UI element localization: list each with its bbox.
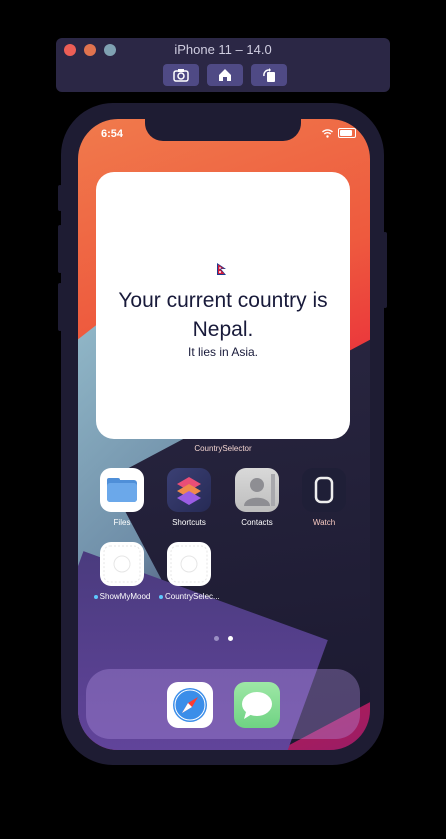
country-widget[interactable]: Your current country is Nepal. It lies i… bbox=[96, 172, 350, 439]
power-button bbox=[383, 232, 387, 308]
safari-icon bbox=[173, 688, 207, 722]
page-dot bbox=[214, 636, 219, 641]
simulator-title: iPhone 11 – 14.0 bbox=[174, 42, 272, 57]
widget-subtitle: It lies in Asia. bbox=[187, 345, 259, 359]
shortcuts-icon bbox=[167, 468, 211, 512]
app-label: Files bbox=[113, 518, 131, 527]
app-placeholder-icon bbox=[167, 542, 211, 586]
rotate-button[interactable] bbox=[251, 64, 287, 86]
app-label: Shortcuts bbox=[172, 518, 206, 527]
battery-icon bbox=[338, 128, 356, 138]
new-app-dot-icon bbox=[159, 594, 163, 599]
home-icon bbox=[219, 69, 231, 81]
status-icons bbox=[322, 128, 356, 138]
new-app-dot-icon bbox=[93, 594, 98, 599]
rotate-icon bbox=[263, 68, 275, 82]
app-files[interactable]: Files bbox=[92, 468, 152, 527]
app-label-text: ShowMyMood bbox=[99, 592, 151, 601]
volume-up-button bbox=[58, 225, 62, 273]
mute-switch bbox=[58, 185, 62, 211]
app-placeholder-icon bbox=[100, 542, 144, 586]
app-safari[interactable] bbox=[167, 682, 213, 728]
widget-title: Your current country is Nepal. bbox=[118, 289, 328, 341]
notch bbox=[145, 119, 301, 141]
page-dot-active bbox=[228, 636, 233, 641]
folder-icon bbox=[100, 468, 144, 512]
page-indicator[interactable] bbox=[214, 636, 233, 641]
app-contacts[interactable]: Contacts bbox=[227, 468, 287, 527]
volume-down-button bbox=[58, 283, 62, 331]
nepal-flag-icon bbox=[217, 263, 226, 275]
widget-label: CountrySelector bbox=[194, 444, 252, 453]
app-label: Contacts bbox=[241, 518, 273, 527]
app-shortcuts[interactable]: Shortcuts bbox=[159, 468, 219, 527]
app-showmymood[interactable]: ShowMyMood bbox=[92, 542, 152, 601]
app-label-text: CountrySelec... bbox=[165, 592, 220, 601]
simulator-toolbar: iPhone 11 – 14.0 bbox=[56, 38, 390, 92]
app-label: Watch bbox=[312, 518, 336, 527]
screenshot-button[interactable] bbox=[163, 64, 199, 86]
status-time: 6:54 bbox=[101, 128, 124, 140]
app-label: CountrySelec... bbox=[159, 592, 220, 601]
messages-icon bbox=[242, 692, 272, 719]
watch-icon bbox=[302, 468, 346, 512]
screenshot-icon bbox=[173, 69, 189, 82]
dock bbox=[86, 669, 360, 739]
app-watch[interactable]: Watch bbox=[294, 468, 354, 527]
home-button[interactable] bbox=[207, 64, 243, 86]
app-label: ShowMyMood bbox=[92, 592, 152, 601]
app-messages[interactable] bbox=[234, 682, 280, 728]
contacts-icon bbox=[235, 468, 279, 512]
wifi-icon bbox=[322, 128, 333, 138]
app-countryselector[interactable]: CountrySelec... bbox=[159, 542, 220, 601]
